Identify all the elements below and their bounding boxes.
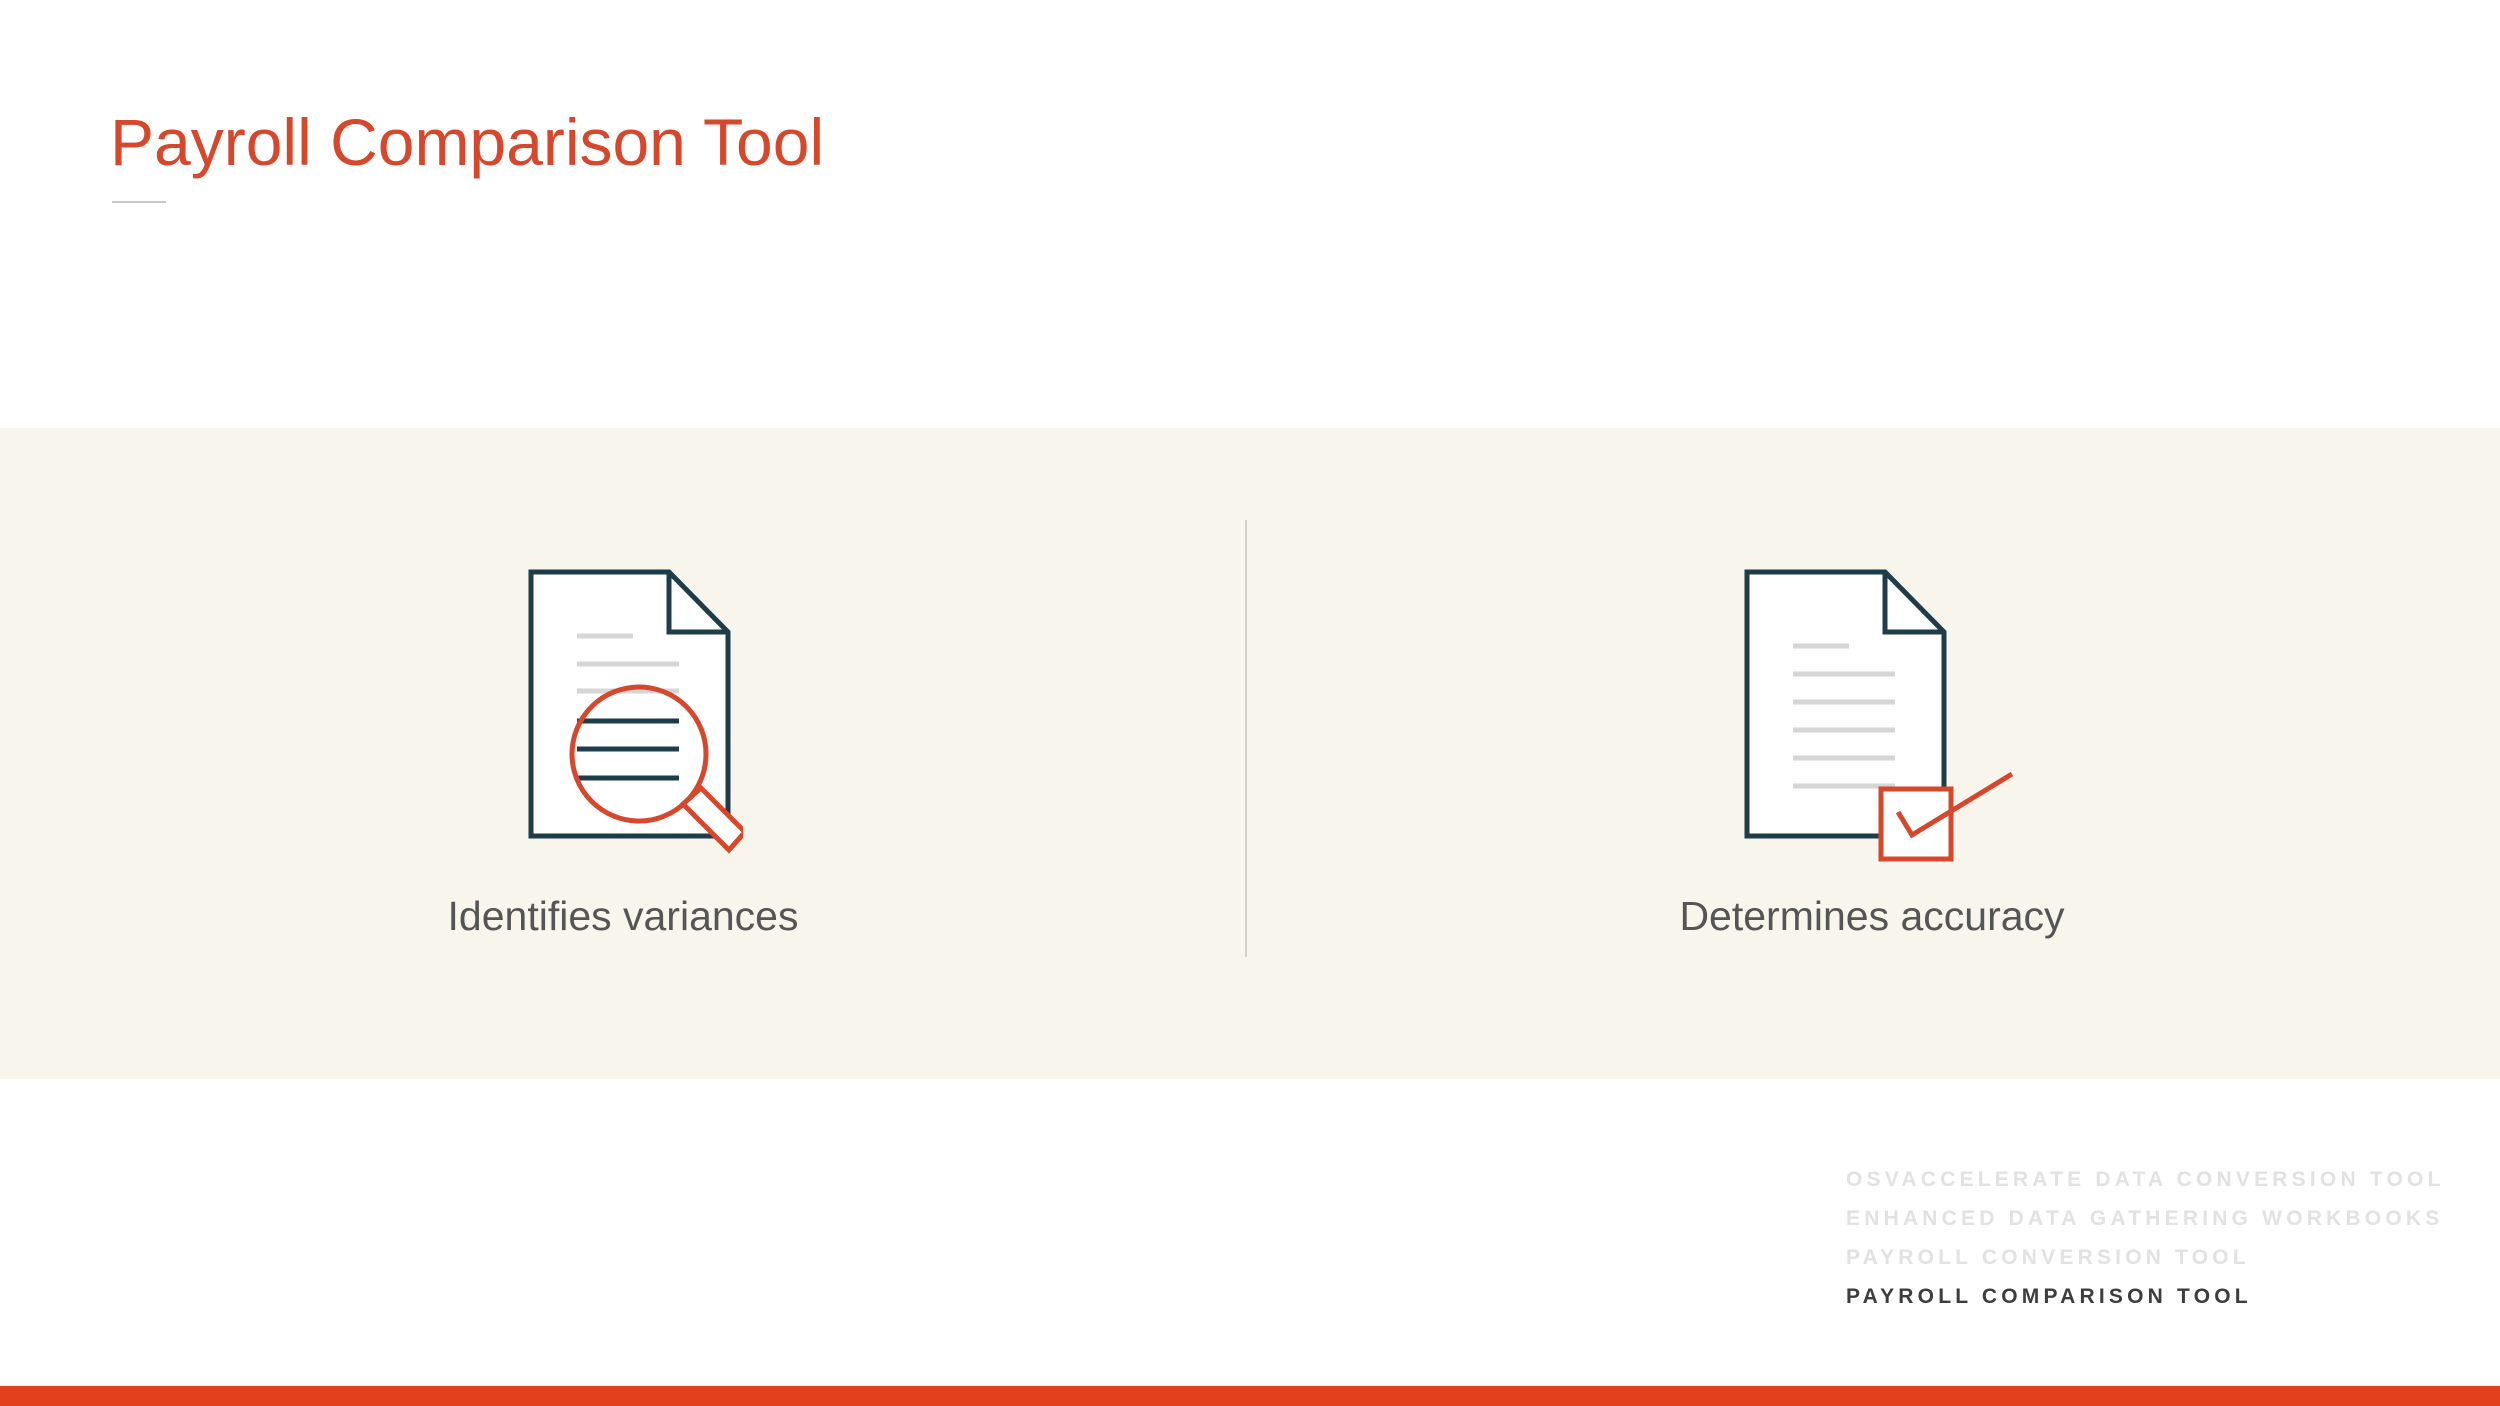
feature-identifies-variances: Identifies variances [343,560,903,940]
feature-label: Determines accuracy [1679,893,2065,939]
slide: Payroll Comparison Tool Identifies varia… [0,0,2500,1406]
nav-item-payroll-conversion[interactable]: PAYROLL CONVERSION TOOL [1846,1238,2445,1277]
nav-item-enhanced-data-gathering[interactable]: ENHANCED DATA GATHERING WORKBOOKS [1846,1199,2445,1238]
document-checkbox-icon [1744,569,2014,862]
nav-item-osvaccelerate[interactable]: OSVACCELERATE DATA CONVERSION TOOL [1846,1160,2445,1199]
section-nav: OSVACCELERATE DATA CONVERSION TOOL ENHAN… [1846,1160,2445,1316]
nav-item-payroll-comparison[interactable]: PAYROLL COMPARISON TOOL [1846,1277,2445,1316]
bottom-accent-bar [0,1386,2500,1406]
title-underline [112,201,166,203]
feature-divider [1245,520,1247,957]
feature-determines-accuracy: Determines accuracy [1592,560,2152,940]
page-title: Payroll Comparison Tool [110,105,825,179]
feature-label: Identifies variances [447,893,799,939]
document-magnifier-icon [528,569,743,854]
